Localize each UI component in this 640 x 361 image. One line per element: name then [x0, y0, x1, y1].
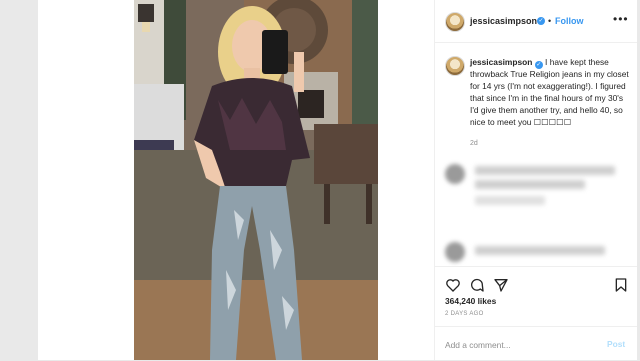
- caption-text: jessicasimpson ✓ I have kept these throw…: [470, 56, 630, 128]
- comment-icon[interactable]: [469, 277, 485, 293]
- post-comment-button[interactable]: Post: [607, 339, 625, 349]
- caption-avatar[interactable]: [445, 56, 465, 76]
- post-photo[interactable]: [134, 0, 378, 360]
- heart-icon[interactable]: [445, 277, 461, 293]
- verified-badge-icon: ✓: [534, 61, 543, 69]
- more-options-icon[interactable]: •••: [613, 12, 629, 26]
- post-date: 2 DAYS AGO: [445, 311, 484, 317]
- comment-line: [475, 166, 615, 175]
- caption: jessicasimpson ✓ I have kept these throw…: [435, 48, 637, 158]
- caption-username[interactable]: jessicasimpson: [470, 57, 532, 67]
- caption-emoji: ☐☐☐☐☐: [533, 117, 572, 127]
- instagram-embed: jessicasimpson ✓ • Follow ••• jessicasim…: [38, 0, 637, 360]
- blurred-comment: [435, 158, 637, 218]
- follow-button[interactable]: Follow: [555, 16, 584, 26]
- blurred-comment: [435, 236, 637, 264]
- comment-bar: Post: [435, 326, 637, 361]
- verified-badge-icon: ✓: [537, 17, 545, 25]
- comment-avatar: [445, 164, 465, 184]
- comment-line: [475, 180, 585, 189]
- likes-count[interactable]: 364,240 likes: [445, 296, 496, 306]
- comment-line: [475, 196, 545, 205]
- comment-avatar: [445, 242, 465, 262]
- separator-dot: •: [548, 16, 552, 26]
- caption-timestamp: 2d: [470, 140, 478, 147]
- header-username[interactable]: jessicasimpson: [470, 16, 537, 26]
- comment-input[interactable]: [445, 338, 595, 352]
- comment-line: [475, 246, 605, 255]
- post-sidebar: jessicasimpson ✓ • Follow ••• jessicasim…: [434, 0, 637, 360]
- photo-illustration: [134, 0, 378, 360]
- avatar[interactable]: [445, 12, 465, 32]
- post-header: jessicasimpson ✓ • Follow •••: [435, 0, 637, 43]
- share-icon[interactable]: [493, 277, 509, 293]
- bookmark-icon[interactable]: [613, 277, 629, 293]
